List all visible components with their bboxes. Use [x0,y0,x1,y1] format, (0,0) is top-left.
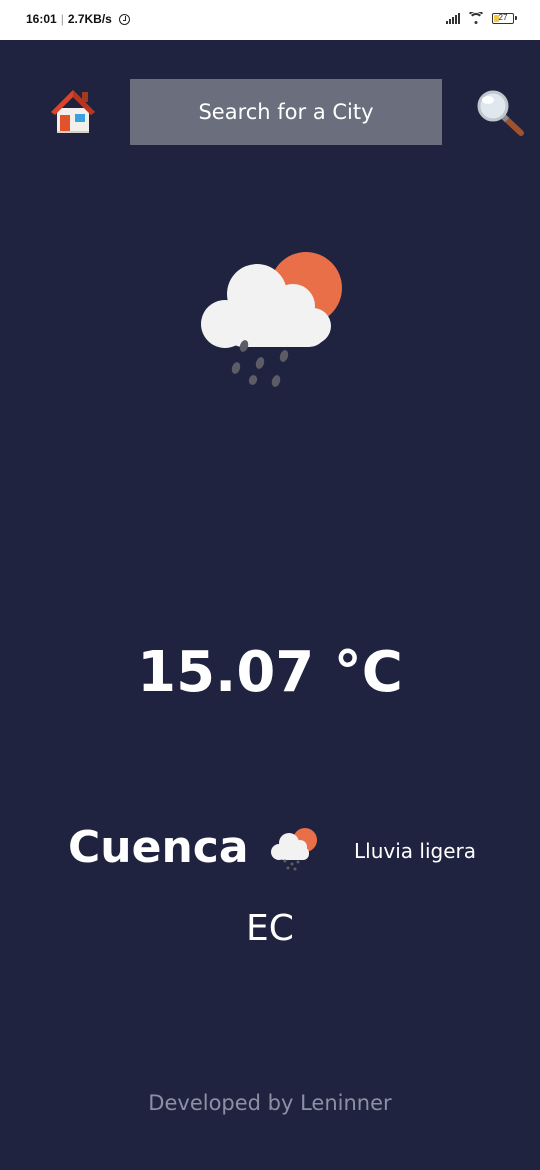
status-bar: 16:01 | 2.7KB/s 27 [0,0,540,40]
status-right: 27 [446,12,517,24]
temperature-value: 15.07 °C [137,640,403,705]
sun-behind-rain-cloud-small-icon [271,828,317,871]
weather-small-icon [268,826,320,874]
status-time: 16:01 [26,12,57,26]
city-name: Cuenca [68,822,249,873]
home-button[interactable] [48,86,98,136]
country-code: EC [246,908,294,949]
status-separator: | [60,12,64,26]
footer-credit: Developed by Leninner [148,1091,392,1115]
sun-behind-rain-cloud-icon [201,252,342,387]
weather-description: Lluvia ligera [354,839,476,863]
weather-main-icon [195,248,350,398]
signal-icon [446,12,460,24]
search-button[interactable] [474,88,526,138]
battery-icon: 27 [492,12,517,24]
wifi-icon [468,12,484,24]
battery-level: 27 [498,12,508,22]
status-network-speed: 2.7KB/s [67,12,112,26]
alarm-icon [118,13,130,25]
status-left: 16:01 | 2.7KB/s [26,12,130,26]
magnifying-glass-icon [477,90,524,136]
city-search-input[interactable]: Search for a City [130,79,442,145]
search-placeholder: Search for a City [198,100,374,124]
house-icon [51,90,95,133]
